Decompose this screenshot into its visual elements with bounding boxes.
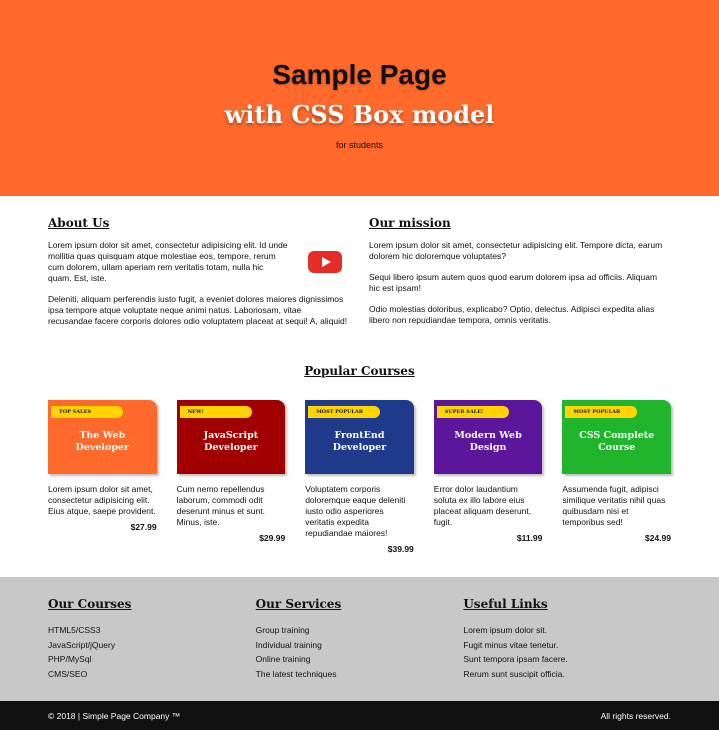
page-subtitle: with CSS Box model [224, 100, 495, 129]
course-price: $29.99 [259, 533, 286, 543]
footer-links-heading: Useful Links [463, 597, 548, 611]
course-description: Voluptatem corporis doloremque eaque del… [305, 484, 406, 538]
youtube-play-icon[interactable] [308, 251, 342, 273]
footer-link[interactable]: The latest techniques [256, 667, 464, 682]
course-card[interactable]: Most popular FrontEnd Developer Voluptat… [305, 400, 414, 554]
course-description: Lorem ipsum dolor sit amet, consectetur … [48, 484, 156, 516]
course-banner[interactable]: Top sales The Web Developer [48, 400, 157, 474]
copyright-text: © 2018 | Simple Page Company ™ [48, 710, 181, 721]
footer-services-column: Our Services Group training Individual t… [256, 597, 464, 701]
course-title: Modern Web Design [454, 430, 522, 453]
about-paragraph-2: Deleniti, aliquam perferendis iusto fugi… [48, 294, 348, 326]
course-banner[interactable]: Most popular FrontEnd Developer [305, 400, 414, 474]
footer: Our Courses HTML5/CSS3 JavaScript/jQuery… [0, 577, 719, 701]
course-card[interactable]: New! JavaScript Developer Cum nemo repel… [176, 400, 286, 543]
course-title: FrontEnd Developer [332, 430, 387, 453]
about-paragraph-1: Lorem ipsum dolor sit amet, consectetur … [48, 240, 288, 283]
footer-link[interactable]: JavaScript/jQuery [48, 638, 256, 653]
course-badge: Top sales [51, 406, 123, 418]
course-card[interactable]: Super sale! Modern Web Design Error dolo… [433, 400, 543, 543]
course-description: Assumenda fugit, adipisci similique veri… [562, 484, 666, 527]
footer-link[interactable]: Online training [256, 652, 464, 667]
footer-link[interactable]: Group training [256, 623, 464, 638]
footer-link[interactable]: Lorem ipsum dolor sit. [463, 623, 671, 638]
course-description: Error dolor laudantium soluta ex illo la… [433, 484, 532, 527]
course-badge: New! [179, 406, 252, 418]
footer-courses-heading: Our Courses [48, 597, 132, 611]
footer-links-column: Useful Links Lorem ipsum dolor sit. Fugi… [463, 597, 671, 701]
course-description: Cum nemo repellendus laborum, commodi od… [176, 484, 265, 527]
about-us-heading: About Us [48, 216, 110, 230]
page-title: Sample Page [272, 59, 447, 90]
course-card[interactable]: Most popular CSS Complete Course Assumen… [562, 400, 671, 543]
footer-services-heading: Our Services [255, 597, 342, 611]
footer-link[interactable]: PHP/MySql [48, 652, 256, 667]
course-price: $27.99 [130, 522, 157, 532]
course-badge: Most popular [308, 406, 381, 418]
course-title: CSS Complete Course [579, 430, 655, 453]
course-cards: Top sales The Web Developer Lorem ipsum … [0, 378, 719, 554]
mission-paragraph-1: Lorem ipsum dolor sit amet, consectetur … [369, 240, 663, 261]
footer-link[interactable]: Rerum sunt suscipit officia. [463, 667, 671, 682]
course-title: The Web Developer [75, 430, 130, 453]
course-price: $24.99 [644, 533, 671, 543]
course-banner[interactable]: Super sale! Modern Web Design [433, 400, 543, 474]
course-badge: Super sale! [436, 406, 509, 418]
mission-heading: Our mission [369, 216, 451, 230]
mission-paragraph-2: Sequi libero ipsum autem quos quod earum… [369, 272, 658, 293]
course-price: $11.99 [516, 533, 543, 543]
popular-courses-heading: Popular Courses [304, 364, 415, 378]
hero-banner: Sample Page with CSS Box model for stude… [0, 0, 719, 196]
course-banner[interactable]: New! JavaScript Developer [176, 400, 286, 474]
footer-courses-column: Our Courses HTML5/CSS3 JavaScript/jQuery… [48, 597, 256, 701]
bottom-bar: © 2018 | Simple Page Company ™ All right… [0, 701, 719, 730]
mission-paragraph-3: Odio molestias doloribus, explicabo? Opt… [369, 304, 655, 325]
footer-link[interactable]: Sunt tempora ipsam facere. [463, 652, 671, 667]
footer-services-list: Group training Individual training Onlin… [256, 623, 464, 681]
about-us-column: About Us Lorem ipsum dolor sit amet, con… [48, 216, 348, 354]
course-price: $39.99 [387, 544, 414, 554]
footer-link[interactable]: Fugit minus vitae tenetur. [463, 638, 671, 653]
course-badge: Most popular [565, 406, 638, 418]
about-section: About Us Lorem ipsum dolor sit amet, con… [0, 196, 719, 354]
tagline: for students [335, 140, 384, 150]
course-banner[interactable]: Most popular CSS Complete Course [562, 400, 671, 474]
course-title: JavaScript Developer [203, 430, 259, 453]
footer-links-list: Lorem ipsum dolor sit. Fugit minus vitae… [463, 623, 671, 681]
about-intro: Lorem ipsum dolor sit amet, consectetur … [48, 230, 348, 284]
footer-link[interactable]: CMS/SEO [48, 667, 256, 682]
footer-courses-list: HTML5/CSS3 JavaScript/jQuery PHP/MySql C… [48, 623, 256, 681]
footer-link[interactable]: HTML5/CSS3 [48, 623, 256, 638]
rights-text: All rights reserved. [600, 710, 671, 721]
popular-courses-section: Popular Courses Top sales The Web Develo… [0, 354, 719, 554]
mission-column: Our mission Lorem ipsum dolor sit amet, … [369, 216, 669, 354]
course-card[interactable]: Top sales The Web Developer Lorem ipsum … [48, 400, 157, 532]
footer-link[interactable]: Individual training [256, 638, 464, 653]
